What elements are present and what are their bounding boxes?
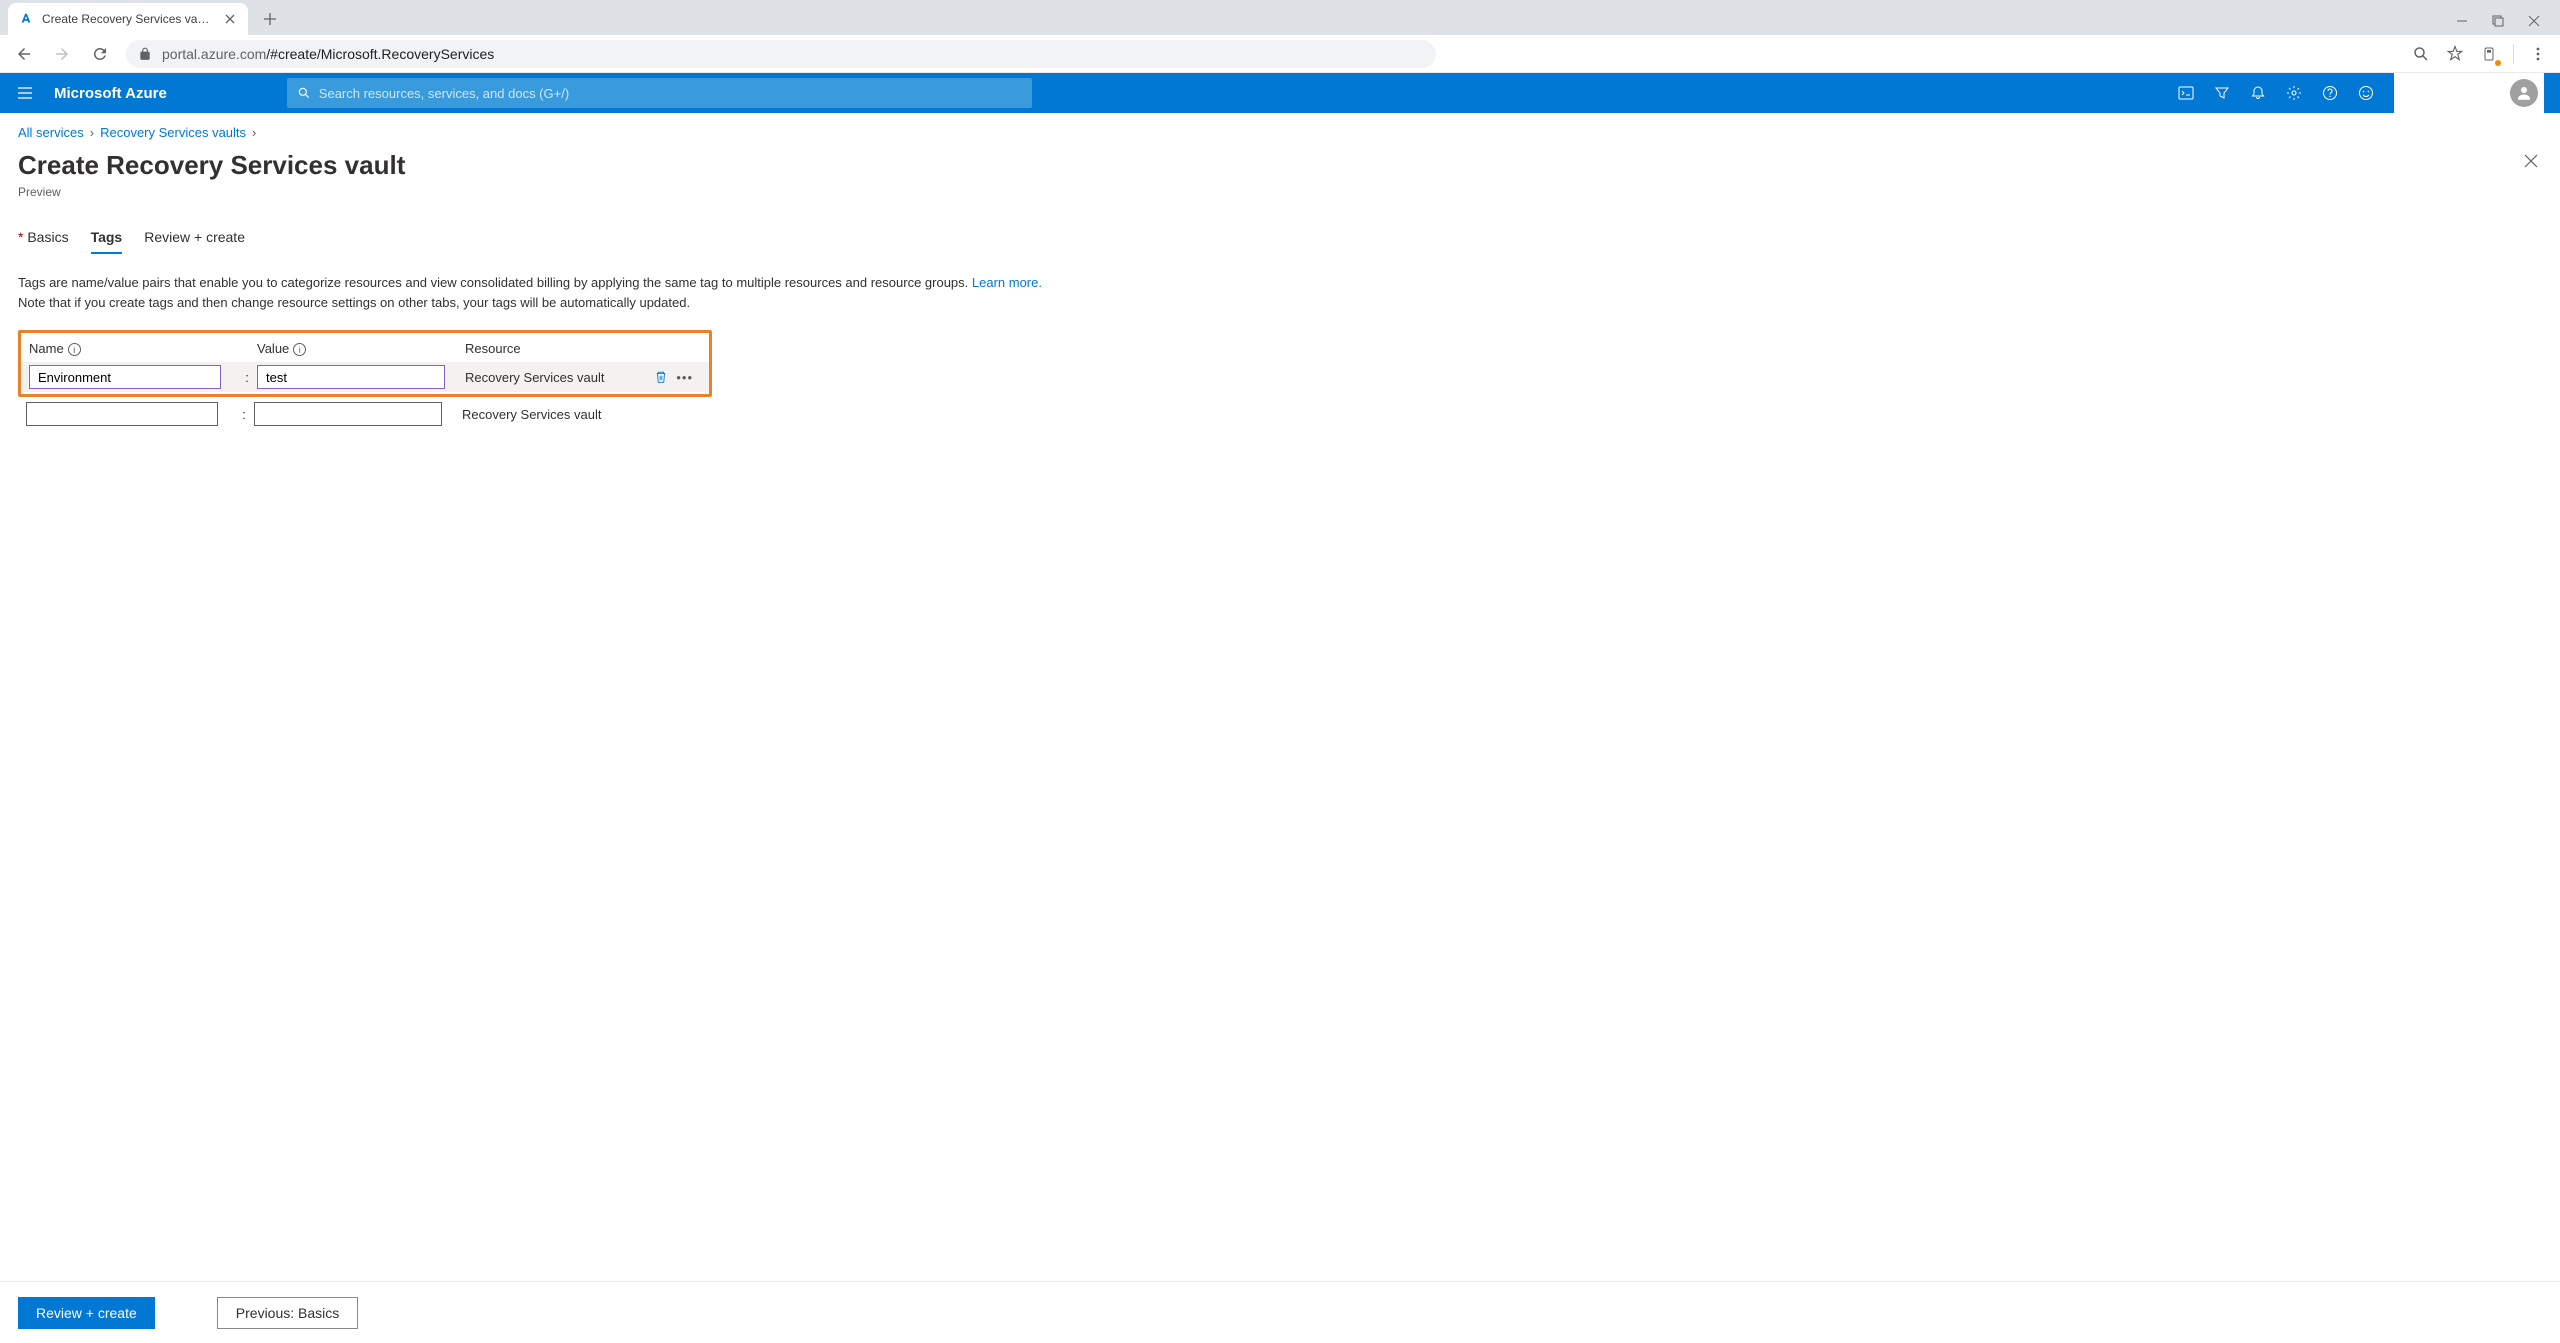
page-header: Create Recovery Services vault Preview <box>18 150 2542 199</box>
address-bar[interactable]: portal.azure.com/#create/Microsoft.Recov… <box>126 40 1436 68</box>
extension-icon[interactable] <box>2479 44 2499 64</box>
info-icon[interactable]: i <box>293 343 306 356</box>
resource-label: Recovery Services vault <box>465 370 604 385</box>
url-text: portal.azure.com/#create/Microsoft.Recov… <box>162 46 494 62</box>
form-tabs: Basics Tags Review + create <box>18 229 2542 253</box>
feedback-icon[interactable] <box>2358 85 2374 101</box>
breadcrumb: All services › Recovery Services vaults … <box>18 125 2542 140</box>
zoom-icon[interactable] <box>2411 44 2431 64</box>
divider <box>2513 44 2514 64</box>
window-controls <box>2456 15 2560 35</box>
lock-icon <box>138 47 152 61</box>
chevron-right-icon: › <box>252 125 256 140</box>
main-content: All services › Recovery Services vaults … <box>0 113 2560 1281</box>
maximize-icon[interactable] <box>2492 15 2504 27</box>
page-title: Create Recovery Services vault <box>18 150 405 181</box>
delete-icon[interactable] <box>654 370 668 384</box>
tab-tags[interactable]: Tags <box>91 229 123 253</box>
header-name: Namei <box>29 341 237 356</box>
tags-description: Tags are name/value pairs that enable yo… <box>18 273 2542 312</box>
tab-close-icon[interactable] <box>222 11 238 27</box>
table-row: : Recovery Services vault <box>18 399 712 429</box>
review-create-button[interactable]: Review + create <box>18 1297 155 1329</box>
tab-review-create[interactable]: Review + create <box>144 229 245 253</box>
more-icon[interactable]: ••• <box>676 370 693 385</box>
page-subtitle: Preview <box>18 185 405 199</box>
directory-filter-icon[interactable] <box>2214 85 2230 101</box>
cloud-shell-icon[interactable] <box>2178 85 2194 101</box>
search-icon <box>297 86 311 100</box>
star-icon[interactable] <box>2445 44 2465 64</box>
azure-logo[interactable]: Microsoft Azure <box>54 85 167 102</box>
resource-label: Recovery Services vault <box>462 407 601 422</box>
tag-name-input[interactable] <box>29 365 221 389</box>
colon-separator: : <box>237 370 257 385</box>
browser-tab[interactable]: Create Recovery Services vault - <box>8 3 248 35</box>
hamburger-icon[interactable] <box>16 84 34 102</box>
tag-value-input[interactable] <box>254 402 442 426</box>
breadcrumb-link-vaults[interactable]: Recovery Services vaults <box>100 125 246 140</box>
browser-toolbar: portal.azure.com/#create/Microsoft.Recov… <box>0 35 2560 73</box>
info-icon[interactable]: i <box>68 343 81 356</box>
forward-button[interactable] <box>50 42 74 66</box>
new-tab-button[interactable] <box>256 5 284 33</box>
tag-value-input[interactable] <box>257 365 445 389</box>
notifications-icon[interactable] <box>2250 85 2266 101</box>
azure-favicon <box>18 11 34 27</box>
azure-search[interactable] <box>287 78 1032 108</box>
close-window-icon[interactable] <box>2528 15 2540 27</box>
menu-icon[interactable] <box>2528 44 2548 64</box>
colon-separator: : <box>234 407 254 422</box>
tab-title: Create Recovery Services vault - <box>42 12 214 26</box>
previous-button[interactable]: Previous: Basics <box>217 1297 358 1329</box>
back-button[interactable] <box>12 42 36 66</box>
browser-tab-bar: Create Recovery Services vault - <box>0 0 2560 35</box>
tag-name-input[interactable] <box>26 402 218 426</box>
account-area[interactable] <box>2394 73 2544 113</box>
header-resource: Resource <box>455 341 701 356</box>
close-blade-icon[interactable] <box>2520 150 2542 172</box>
search-input[interactable] <box>319 86 1022 101</box>
reload-button[interactable] <box>88 42 112 66</box>
tab-basics[interactable]: Basics <box>18 229 69 253</box>
highlight-annotation: Namei Valuei Resource : Recovery Service… <box>18 330 712 397</box>
table-header: Namei Valuei Resource <box>21 335 709 362</box>
learn-more-link[interactable]: Learn more. <box>972 275 1042 290</box>
azure-header: Microsoft Azure <box>0 73 2560 113</box>
minimize-icon[interactable] <box>2456 15 2468 27</box>
tags-table: Namei Valuei Resource : Recovery Service… <box>18 330 2542 431</box>
header-value: Valuei <box>257 341 455 356</box>
wizard-footer: Review + create Previous: Basics <box>0 1281 2560 1343</box>
breadcrumb-link-all-services[interactable]: All services <box>18 125 84 140</box>
chevron-right-icon: › <box>90 125 94 140</box>
table-row: : Recovery Services vault ••• <box>21 362 709 392</box>
settings-icon[interactable] <box>2286 85 2302 101</box>
avatar-icon <box>2510 79 2538 107</box>
help-icon[interactable] <box>2322 85 2338 101</box>
